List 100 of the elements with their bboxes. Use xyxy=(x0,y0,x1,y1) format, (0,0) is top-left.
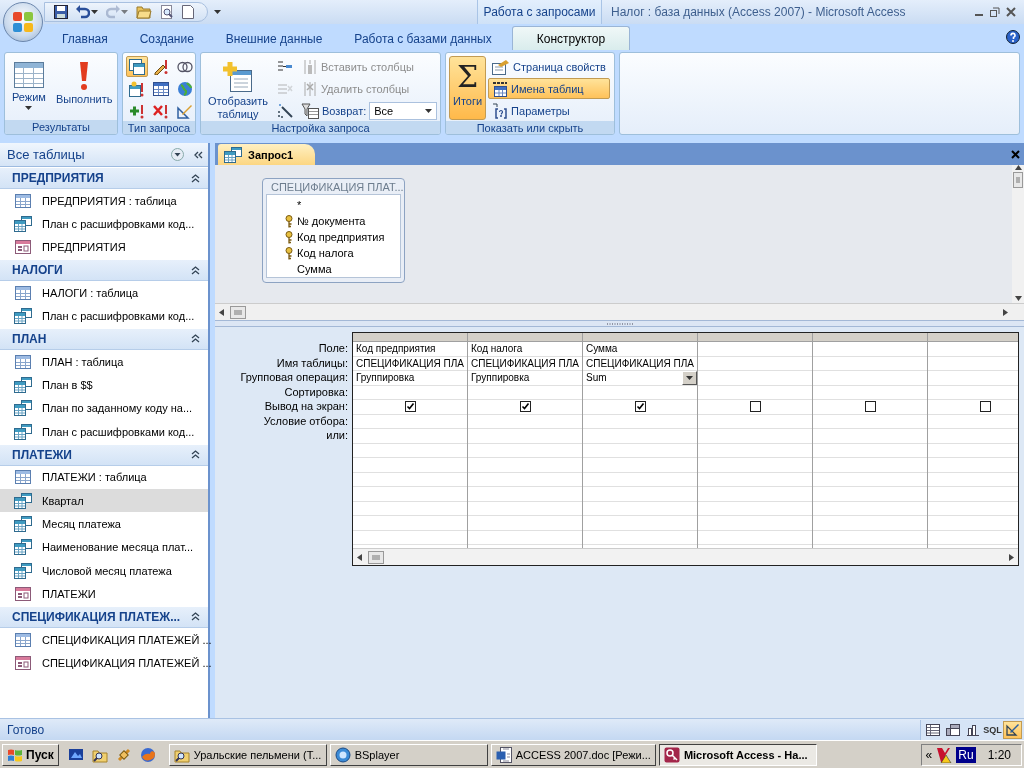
taskbar-button[interactable]: ACCESS 2007.doc [Режи... xyxy=(490,743,656,766)
vertical-scrollbar[interactable] xyxy=(1012,165,1024,303)
document-tab[interactable]: Запрос1 xyxy=(218,144,316,165)
grid-cell[interactable]: Группировка xyxy=(356,372,415,384)
nav-group-header[interactable]: ПЛАН xyxy=(0,327,208,350)
table-icon xyxy=(14,285,32,300)
close-icon[interactable] xyxy=(1006,7,1016,17)
nav-item[interactable]: План с расшифровками код... xyxy=(0,212,208,236)
ribbon-tab[interactable]: Внешние данные xyxy=(209,26,339,50)
horizontal-scrollbar[interactable] xyxy=(215,303,1024,320)
ribbon-button[interactable]: Режим xyxy=(8,56,50,120)
close-icon[interactable] xyxy=(1011,149,1020,159)
taskbar-button[interactable]: Уральские пельмени (Т... xyxy=(168,743,327,766)
dropdown-button[interactable] xyxy=(682,371,697,385)
grid-cell[interactable]: СПЕЦИФИКАЦИЯ ПЛА xyxy=(586,357,694,369)
help-icon[interactable] xyxy=(1006,30,1020,44)
checkbox[interactable] xyxy=(519,401,531,413)
scroll-thumb[interactable] xyxy=(1013,172,1023,188)
nav-group-header[interactable]: ПЛАТЕЖИ xyxy=(0,443,208,466)
warning-shield-icon[interactable] xyxy=(936,746,953,763)
nav-item[interactable]: ПЛАТЕЖИ xyxy=(0,582,208,606)
nav-item[interactable]: ПЛАН : таблица xyxy=(0,349,208,374)
nav-item[interactable]: Квартал xyxy=(0,488,208,513)
scroll-thumb[interactable] xyxy=(368,550,384,564)
horizontal-scrollbar[interactable] xyxy=(353,548,1018,565)
redo-button[interactable] xyxy=(105,4,129,20)
nav-item[interactable]: ПРЕДПРИЯТИЯ : таблица xyxy=(0,189,208,213)
nav-group-header[interactable]: СПЕЦИФИКАЦИЯ ПЛАТЕЖ... xyxy=(0,605,208,628)
scroll-thumb[interactable] xyxy=(230,305,246,319)
ribbon-button[interactable]: Параметры xyxy=(488,100,610,121)
nav-group-header[interactable]: НАЛОГИ xyxy=(0,259,208,282)
nav-item[interactable]: Числовой месяц платежа xyxy=(0,559,208,583)
grid-cell[interactable]: Код налога xyxy=(471,343,523,355)
nav-item[interactable]: НАЛОГИ : таблица xyxy=(0,281,208,305)
field-name[interactable]: Код предприятия xyxy=(267,229,400,245)
field-name[interactable]: * xyxy=(267,197,400,213)
redo-arrow-icon xyxy=(106,5,120,19)
nav-item[interactable]: ПЛАТЕЖИ : таблица xyxy=(0,465,208,489)
left-arrow-icon[interactable] xyxy=(357,553,362,561)
field-name[interactable]: Сумма xyxy=(267,261,400,277)
nav-group-header[interactable]: ПРЕДПРИЯТИЯ xyxy=(0,167,208,189)
ribbon-button[interactable]: Выполнить xyxy=(51,56,117,120)
undo-button[interactable] xyxy=(75,4,99,20)
ribbon-button[interactable]: Отобразить таблицу xyxy=(204,56,272,120)
ribbon-tab[interactable]: Главная xyxy=(46,26,124,50)
nav-item[interactable]: План с расшифровками код... xyxy=(0,420,208,444)
grid-cell[interactable]: Sum xyxy=(586,372,607,384)
right-arrow-icon[interactable] xyxy=(1003,308,1008,316)
checkbox[interactable] xyxy=(979,401,991,413)
ribbon-tab[interactable]: Работа с базами данных xyxy=(338,26,508,50)
field-list[interactable]: СПЕЦИФИКАЦИЯ ПЛАТ... * № документа Код предприятия Код налога Сумма xyxy=(262,178,405,283)
grid-cell[interactable]: СПЕЦИФИКАЦИЯ ПЛА xyxy=(356,357,464,369)
table-names-icon xyxy=(492,80,509,97)
dropdown-circle-icon[interactable] xyxy=(171,148,184,161)
open-folder-button[interactable] xyxy=(135,4,153,20)
customize-button[interactable] xyxy=(214,10,221,14)
up-arrow-icon[interactable] xyxy=(1014,165,1022,170)
view-button[interactable]: SQL xyxy=(983,720,1002,739)
ribbon-tab[interactable]: Конструктор xyxy=(511,26,631,50)
grid-cell[interactable]: Группировка xyxy=(471,372,530,384)
restore-icon[interactable] xyxy=(990,7,1000,17)
grid-cell[interactable]: Сумма xyxy=(586,343,618,355)
new-page-button[interactable] xyxy=(181,4,195,20)
tray-expand-button[interactable]: « xyxy=(925,747,933,762)
down-arrow-icon[interactable] xyxy=(1014,296,1022,301)
nav-item[interactable]: Наименование месяца плат... xyxy=(0,535,208,560)
print-preview-button[interactable] xyxy=(159,4,175,20)
nav-item[interactable]: Месяц платежа xyxy=(0,512,208,536)
fox-globe-icon[interactable] xyxy=(139,746,156,763)
nav-item[interactable]: План по заданному коду на... xyxy=(0,396,208,421)
taskbar-button[interactable]: BSplayer xyxy=(329,743,488,766)
checkbox[interactable] xyxy=(749,401,761,413)
taskbar-button[interactable]: Microsoft Access - На... xyxy=(658,743,817,766)
ribbon-button[interactable]: Страница свойств xyxy=(488,56,610,77)
grid-cell[interactable]: СПЕЦИФИКАЦИЯ ПЛА xyxy=(471,357,579,369)
right-arrow-icon[interactable] xyxy=(1009,553,1014,561)
ribbon-icon-button[interactable] xyxy=(126,56,148,77)
field-name[interactable]: № документа xyxy=(267,213,400,229)
checkbox[interactable] xyxy=(864,401,876,413)
view-button[interactable] xyxy=(1003,720,1022,739)
grid-cell[interactable]: Код предприятия xyxy=(356,343,436,355)
checkbox[interactable] xyxy=(634,401,646,413)
group-title: Результаты xyxy=(5,120,117,134)
language-indicator[interactable]: Ru xyxy=(956,746,976,763)
ribbon-button[interactable]: Имена таблиц xyxy=(488,78,610,99)
start-button[interactable]: Пуск xyxy=(2,743,59,766)
field-name[interactable]: Код налога xyxy=(267,245,400,261)
grip-icon[interactable] xyxy=(606,322,633,325)
ribbon-tab[interactable]: Создание xyxy=(123,26,210,50)
monitor-icon[interactable] xyxy=(67,746,84,763)
left-arrow-icon[interactable] xyxy=(219,308,224,316)
collapse-chevron-icon[interactable] xyxy=(194,150,203,159)
return-combo[interactable]: Все xyxy=(369,101,438,120)
nav-item[interactable]: План с расшифровками код... xyxy=(0,304,208,328)
ribbon-button[interactable]: Σ Итоги xyxy=(449,56,487,120)
save-button[interactable] xyxy=(53,4,69,20)
checkbox[interactable] xyxy=(404,401,416,413)
grid-icon xyxy=(153,80,169,97)
nav-item[interactable]: ПРЕДПРИЯТИЯ xyxy=(0,235,208,260)
nav-item[interactable]: План в $$ xyxy=(0,373,208,397)
